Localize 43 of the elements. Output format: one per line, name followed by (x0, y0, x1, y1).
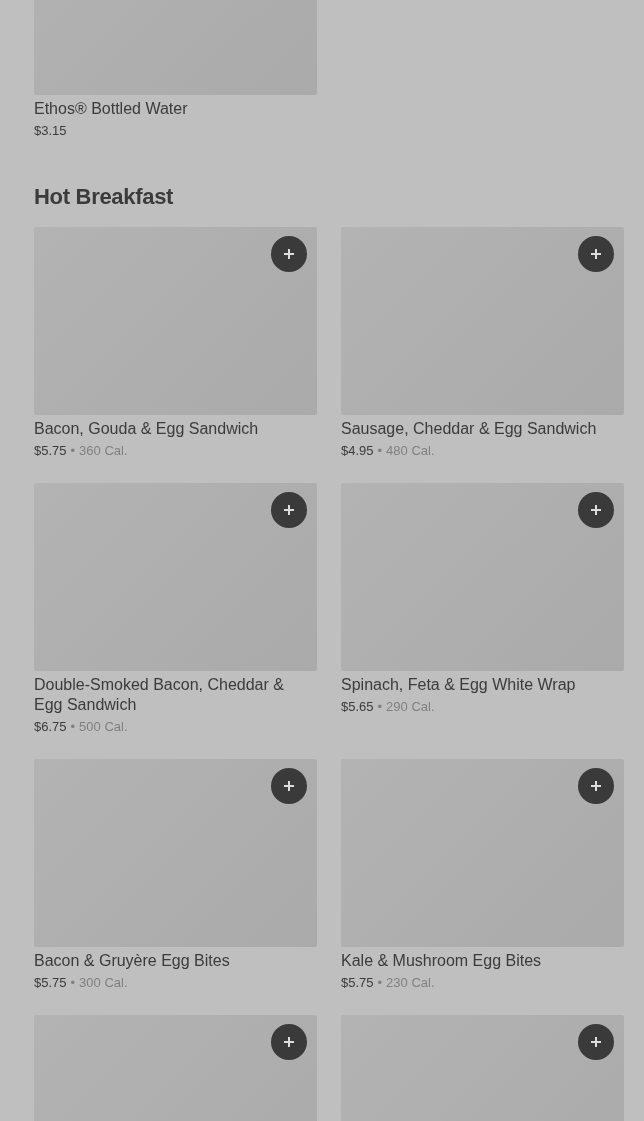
add-button[interactable] (578, 492, 614, 528)
item-name: Kale & Mushroom Egg Bites (341, 951, 543, 971)
item-price: $3.15 (34, 122, 67, 139)
item-price: $5.65 (341, 698, 374, 715)
item-calories: 290 Cal. (386, 698, 435, 715)
item-price: $5.75 (34, 974, 67, 991)
plus-icon (590, 248, 602, 260)
plus-icon (283, 780, 295, 792)
section-title: Hot Breakfast (34, 183, 175, 211)
plus-icon (590, 504, 602, 516)
plus-icon (283, 504, 295, 516)
item-name: Ethos® Bottled Water (34, 99, 189, 119)
item-name: Bacon, Gouda & Egg Sandwich (34, 419, 260, 439)
separator: • (70, 718, 76, 735)
separator: • (377, 974, 383, 991)
item-calories: 480 Cal. (386, 442, 435, 459)
add-button[interactable] (578, 768, 614, 804)
plus-icon (590, 1036, 602, 1048)
item-name: Spinach, Feta & Egg White Wrap (341, 675, 577, 695)
add-button[interactable] (578, 1024, 614, 1060)
item-price: $4.95 (341, 442, 374, 459)
item-calories: 300 Cal. (79, 974, 128, 991)
add-button[interactable] (271, 1024, 307, 1060)
item-name: Bacon & Gruyère Egg Bites (34, 951, 231, 971)
add-button[interactable] (578, 236, 614, 272)
item-calories: 500 Cal. (79, 718, 128, 735)
plus-icon (283, 1036, 295, 1048)
item-name: Double-Smoked Bacon, Cheddar & Egg Sandwich (34, 675, 285, 715)
add-button[interactable] (271, 768, 307, 804)
separator: • (377, 698, 383, 715)
item-price: $5.75 (341, 974, 374, 991)
separator: • (70, 974, 76, 991)
item-price: $6.75 (34, 718, 67, 735)
add-button[interactable] (271, 236, 307, 272)
item-name: Sausage, Cheddar & Egg Sandwich (341, 419, 598, 439)
separator: • (377, 442, 383, 459)
add-button[interactable] (271, 492, 307, 528)
separator: • (70, 442, 76, 459)
plus-icon (283, 248, 295, 260)
item-calories: 360 Cal. (79, 442, 128, 459)
item-price: $5.75 (34, 442, 67, 459)
item-calories: 230 Cal. (386, 974, 435, 991)
plus-icon (590, 780, 602, 792)
